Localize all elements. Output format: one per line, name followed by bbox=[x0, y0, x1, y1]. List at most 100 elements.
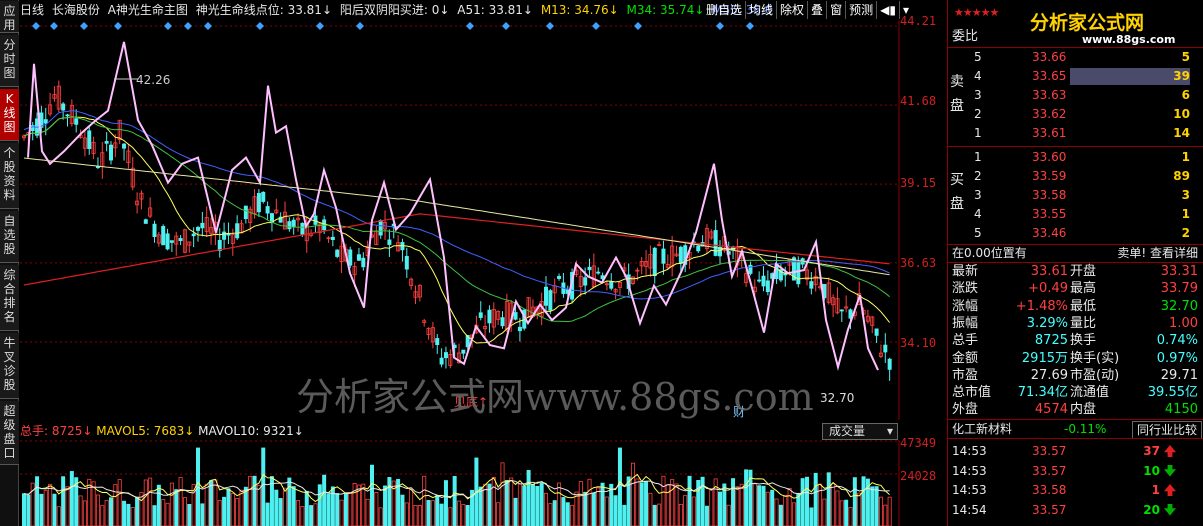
volume-bar bbox=[761, 485, 766, 526]
volume-bar bbox=[22, 493, 27, 526]
volume-bar bbox=[204, 483, 209, 526]
tab-5[interactable]: 综合排名 bbox=[0, 265, 19, 331]
volume-bar bbox=[400, 494, 405, 526]
level: 5 bbox=[974, 50, 982, 64]
compare-industry-button[interactable]: 同行业比较 bbox=[1131, 421, 1202, 439]
candle-body bbox=[165, 233, 170, 250]
volume-bar bbox=[361, 483, 366, 526]
event-marker-icon bbox=[32, 22, 40, 30]
volume-bar bbox=[135, 496, 140, 526]
volume-bar bbox=[622, 504, 627, 526]
volume-bar bbox=[887, 496, 892, 526]
volume-box bbox=[1070, 68, 1190, 85]
volume-box bbox=[1070, 225, 1190, 242]
candle-body bbox=[478, 312, 483, 318]
ma-button[interactable]: 均线 bbox=[746, 1, 778, 19]
candle-body bbox=[587, 266, 592, 271]
tab-3[interactable]: 个股资料 bbox=[0, 143, 19, 209]
price-tick: 34.10 bbox=[900, 336, 937, 350]
volume-bar bbox=[369, 464, 374, 526]
quote-label: 市盈(动) bbox=[1070, 367, 1120, 383]
quote-value: 1.00 bbox=[1169, 315, 1198, 331]
volume-chart[interactable] bbox=[20, 440, 900, 526]
orderbook-row[interactable]: 4 33.55 1 bbox=[948, 205, 1203, 224]
candle-body bbox=[874, 328, 879, 336]
volume-bar bbox=[448, 507, 453, 526]
volume-bar bbox=[61, 476, 66, 526]
volume-indicator-select[interactable]: 成交量 ▾ bbox=[822, 423, 898, 440]
quote-row: 总手 8725 换手 0.74% bbox=[948, 332, 1203, 349]
candle-body bbox=[887, 358, 892, 370]
orderbook-row[interactable]: 1 33.61 14 bbox=[948, 124, 1203, 143]
orderbook-row[interactable]: 1 33.60 1 bbox=[948, 148, 1203, 167]
quote-row: 振幅 3.29% 量比 1.00 bbox=[948, 315, 1203, 332]
indicator-name[interactable]: A神光生命主图 bbox=[108, 3, 188, 17]
volume-bar bbox=[174, 489, 179, 526]
volume-bar bbox=[213, 479, 218, 526]
volume-bar bbox=[148, 477, 153, 526]
volume-bar bbox=[539, 482, 544, 526]
orderbook-row[interactable]: 3 33.58 3 bbox=[948, 186, 1203, 205]
level: 2 bbox=[974, 107, 982, 121]
m13-value: M13: 34.76↓ bbox=[540, 3, 619, 17]
back-icon[interactable]: ◀▮ bbox=[877, 1, 900, 19]
candle-body bbox=[291, 219, 296, 228]
volume-bar bbox=[504, 479, 509, 526]
candle-body bbox=[513, 312, 518, 320]
orderbook-row[interactable]: 2 33.59 89 bbox=[948, 167, 1203, 186]
tick-price: 33.57 bbox=[1032, 463, 1067, 478]
tick-time: 14:53 bbox=[952, 483, 987, 497]
quote-label: 最低 bbox=[1070, 298, 1097, 314]
orderbook-row[interactable]: 3 33.63 6 bbox=[948, 86, 1203, 105]
volume: 3 bbox=[1181, 188, 1190, 202]
orderbook-row[interactable]: 5 33.46 2 bbox=[948, 224, 1203, 243]
remove-watchlist-button[interactable]: 删自选 bbox=[703, 1, 747, 19]
candle-body bbox=[439, 357, 444, 365]
candle-body bbox=[883, 344, 888, 353]
tick-row: 14:53 33.57 10 bbox=[948, 461, 1203, 481]
buy-signal-value: 阳后双阴阳买进: 0↓ bbox=[339, 3, 450, 17]
quote-label: 换手 bbox=[1070, 333, 1097, 349]
volume-bar bbox=[287, 477, 292, 526]
candle-body bbox=[269, 213, 274, 223]
volume-bar bbox=[526, 469, 531, 526]
volume-bar bbox=[848, 507, 853, 526]
volume: 89 bbox=[1173, 169, 1190, 183]
orderbook-row[interactable]: 4 33.65 39 bbox=[948, 67, 1203, 86]
orderbook-row[interactable]: 5 33.66 5 bbox=[948, 48, 1203, 67]
volume-bar bbox=[65, 486, 70, 526]
volume-bar bbox=[161, 499, 166, 526]
orderbook-row[interactable]: 2 33.62 10 bbox=[948, 105, 1203, 124]
quote-row: 市盈 27.69 市盈(动) 29.71 bbox=[948, 367, 1203, 384]
volume-header: 总手: 8725↓ MAVOL5: 7683↓ MAVOL10: 9321↓ bbox=[20, 423, 900, 440]
volume: 39 bbox=[1173, 69, 1190, 83]
price-tick: 44.21 bbox=[900, 14, 937, 28]
chart-toolbar: 删自选 均线 除权 叠 窗 预测 ◀▮ ▾ bbox=[703, 1, 912, 19]
event-marker-icon bbox=[592, 22, 600, 30]
kline-chart[interactable]: 42.26见底↑财32.70分析家公式网www.88gs.com bbox=[20, 20, 900, 420]
tab-7[interactable]: 超级盘口 bbox=[0, 401, 19, 465]
stock-name: 长海股份 bbox=[51, 3, 100, 17]
forecast-button[interactable]: 预测 bbox=[846, 1, 878, 19]
volume-bar bbox=[718, 491, 723, 526]
window-button[interactable]: 窗 bbox=[827, 1, 847, 19]
view-details-link[interactable]: 卖单! 查看详细 bbox=[1117, 245, 1198, 262]
volume-bar bbox=[235, 498, 240, 526]
tab-2[interactable]: K线图 bbox=[0, 89, 19, 141]
volume-bar bbox=[209, 480, 214, 526]
period-label[interactable]: 日线 bbox=[20, 3, 44, 17]
overlay-button[interactable]: 叠 bbox=[808, 1, 828, 19]
sg-life-line bbox=[27, 41, 879, 371]
quote-value: 33.31 bbox=[1160, 264, 1198, 279]
tab-0[interactable]: 应用 bbox=[0, 1, 19, 33]
price: 33.60 bbox=[1032, 150, 1067, 164]
volume-bar bbox=[261, 447, 266, 526]
tab-1[interactable]: 分时图 bbox=[0, 35, 19, 87]
volume-bar bbox=[805, 476, 810, 526]
ex-rights-button[interactable]: 除权 bbox=[777, 1, 809, 19]
volume-bar bbox=[557, 482, 562, 526]
sector-name[interactable]: 化工新材料 bbox=[952, 420, 1012, 438]
volume-bar bbox=[617, 447, 622, 526]
tab-6[interactable]: 牛叉诊股 bbox=[0, 333, 19, 399]
tab-4[interactable]: 自选股 bbox=[0, 211, 19, 263]
